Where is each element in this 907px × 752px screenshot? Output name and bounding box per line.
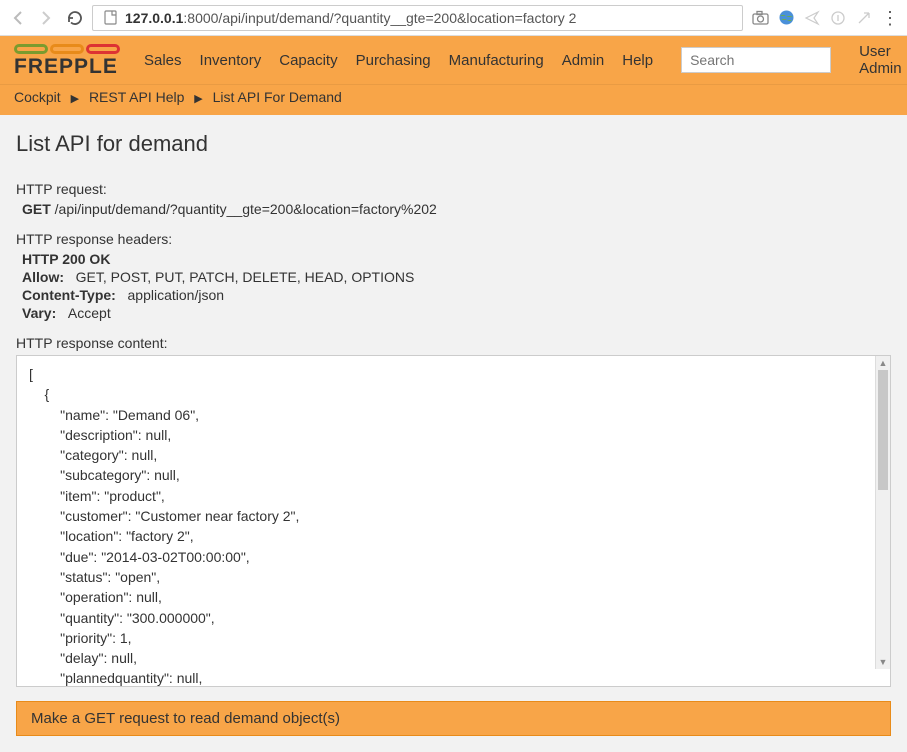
logo[interactable]: FREPPLE	[14, 44, 120, 77]
globe-icon[interactable]	[777, 9, 795, 27]
status-line: HTTP 200 OK	[22, 251, 110, 267]
scrollbar-up-icon[interactable]: ▲	[876, 356, 890, 370]
url-text: 127.0.0.1:8000/api/input/demand/?quantit…	[125, 10, 576, 26]
http-response-headers-label: HTTP response headers:	[16, 231, 891, 247]
browser-toolbar: 127.0.0.1:8000/api/input/demand/?quantit…	[0, 0, 907, 36]
logo-pill-green	[14, 44, 48, 54]
back-button[interactable]	[8, 8, 28, 28]
get-request-action[interactable]: Make a GET request to read demand object…	[16, 701, 891, 736]
nav-purchasing[interactable]: Purchasing	[356, 52, 431, 69]
http-request-label: HTTP request:	[16, 181, 891, 197]
page-title: List API for demand	[16, 131, 891, 157]
nav-capacity[interactable]: Capacity	[279, 52, 337, 69]
scrollbar-down-icon[interactable]: ▼	[876, 655, 890, 669]
content: List API for demand HTTP request: GET /a…	[0, 115, 907, 752]
content-type-value: application/json	[128, 287, 225, 303]
allow-label: Allow:	[22, 269, 64, 285]
search-box	[681, 47, 831, 73]
url-bar[interactable]: 127.0.0.1:8000/api/input/demand/?quantit…	[92, 5, 743, 31]
nav-inventory[interactable]: Inventory	[200, 52, 262, 69]
menu-icon[interactable]: ⋮	[881, 9, 899, 27]
crumb-list-api-demand[interactable]: List API For Demand	[213, 89, 342, 105]
response-body[interactable]: [ { "name": "Demand 06", "description": …	[16, 355, 891, 687]
http-path: /api/input/demand/?quantity__gte=200&loc…	[55, 201, 437, 217]
logo-text: FREPPLE	[14, 56, 120, 77]
forward-button[interactable]	[36, 8, 56, 28]
breadcrumb: Cockpit ▶ REST API Help ▶ List API For D…	[0, 84, 907, 115]
vary-value: Accept	[68, 305, 111, 321]
crumb-cockpit[interactable]: Cockpit	[14, 89, 61, 105]
content-type-label: Content-Type:	[22, 287, 116, 303]
arrow-icon[interactable]	[855, 9, 873, 27]
scrollbar[interactable]: ▲ ▼	[875, 356, 890, 669]
app-header: FREPPLE Sales Inventory Capacity Purchas…	[0, 36, 907, 84]
logo-pill-red	[86, 44, 120, 54]
logo-pill-orange	[50, 44, 84, 54]
crumb-sep: ▶	[71, 93, 79, 105]
nav-sales[interactable]: Sales	[144, 52, 182, 69]
vary-label: Vary:	[22, 305, 56, 321]
reload-button[interactable]	[64, 8, 84, 28]
camera-icon[interactable]	[751, 9, 769, 27]
http-response-headers: HTTP 200 OK Allow: GET, POST, PUT, PATCH…	[22, 251, 891, 321]
nav-help[interactable]: Help	[622, 52, 653, 69]
user-link[interactable]: User Admin	[859, 43, 902, 77]
nav-admin[interactable]: Admin	[562, 52, 605, 69]
allow-value: GET, POST, PUT, PATCH, DELETE, HEAD, OPT…	[76, 269, 415, 285]
send-icon[interactable]	[803, 9, 821, 27]
nav-manufacturing[interactable]: Manufacturing	[449, 52, 544, 69]
http-response-content-label: HTTP response content:	[16, 335, 891, 351]
search-input[interactable]	[681, 47, 831, 73]
crumb-rest-api-help[interactable]: REST API Help	[89, 89, 184, 105]
circle-icon[interactable]	[829, 9, 847, 27]
page-icon	[101, 9, 119, 27]
scrollbar-thumb[interactable]	[878, 370, 888, 490]
http-request-line: GET /api/input/demand/?quantity__gte=200…	[22, 201, 891, 217]
crumb-sep: ▶	[194, 93, 202, 105]
nav-menu: Sales Inventory Capacity Purchasing Manu…	[144, 52, 653, 69]
http-method: GET	[22, 201, 51, 217]
